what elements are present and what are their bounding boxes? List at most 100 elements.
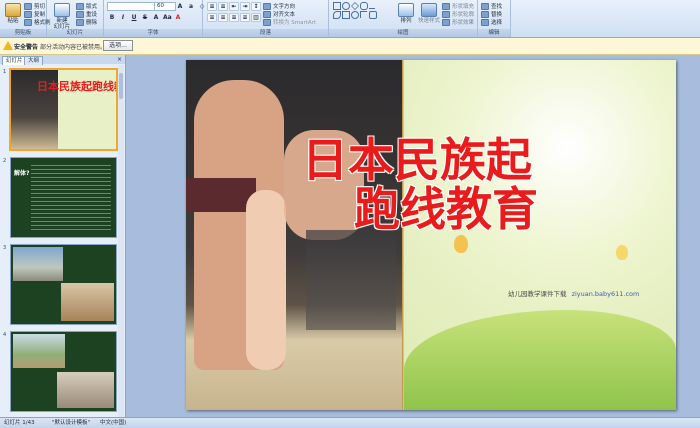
- close-icon[interactable]: ×: [117, 56, 122, 63]
- increase-indent-button[interactable]: ⇥: [240, 2, 250, 11]
- shapes-gallery[interactable]: [333, 2, 391, 26]
- bullets-button[interactable]: ≡: [207, 2, 217, 11]
- font-name-combo[interactable]: [107, 2, 155, 11]
- list-row: ≡ ≡ ⇤ ⇥ ↕: [207, 2, 261, 11]
- char-spacing-button[interactable]: A: [151, 13, 161, 22]
- thumbnail-scrollbar[interactable]: [118, 65, 124, 417]
- copy-button[interactable]: 复制: [24, 11, 45, 18]
- slide-title-line-1: 日本民族起: [302, 133, 532, 187]
- security-warning-message: 部分活动内容已被禁用。: [40, 44, 107, 51]
- audience: [306, 230, 396, 330]
- tab-outline[interactable]: 大纲: [24, 56, 44, 65]
- clipboard-label: 剪贴板: [0, 29, 46, 37]
- editing-label: 编辑: [478, 29, 510, 37]
- status-bar: 幻灯片 1/43 "默认设计模板" 中文(中国): [0, 417, 700, 428]
- thumb-heading: 解体?: [14, 170, 30, 177]
- security-warning-title: 安全警告: [14, 44, 39, 51]
- options-button[interactable]: 选项...: [103, 40, 133, 51]
- paragraph-group: ≡ ≡ ⇤ ⇥ ↕ ≡ ≡ ≡ ≡ ▥ 文字方向 对齐文本 转换为 SmartA…: [203, 0, 329, 37]
- reset-button[interactable]: 重设: [76, 11, 97, 18]
- paste-button[interactable]: 粘贴: [2, 2, 24, 27]
- cut-button[interactable]: 剪切: [24, 3, 45, 10]
- credit-label: 幼儿园教学课件下载: [508, 290, 567, 298]
- font-color-button[interactable]: A: [173, 13, 183, 22]
- change-case-button[interactable]: Aa: [162, 13, 172, 22]
- panel-tabs: 幻灯片 大纲 ×: [0, 55, 125, 65]
- text-direction-icon: [263, 3, 271, 10]
- replace-button[interactable]: 替换: [481, 11, 502, 18]
- font-group: 60 A a ◇ B I U S A Aa A 字体: [104, 0, 204, 37]
- shrink-font-button[interactable]: a: [186, 2, 196, 11]
- align-text-button[interactable]: 对齐文本: [263, 11, 295, 18]
- columns-button[interactable]: ▥: [251, 13, 261, 22]
- select-button[interactable]: 选择: [481, 19, 502, 26]
- oval-shape-icon: [342, 2, 350, 10]
- shape-fill-button[interactable]: 形状填充: [442, 3, 474, 10]
- shape-outline-button[interactable]: 形状轮廓: [442, 11, 474, 18]
- delete-button[interactable]: 删除: [76, 19, 97, 26]
- strikethrough-button[interactable]: S: [140, 13, 150, 22]
- thumb-photo: [57, 372, 114, 408]
- tab-slides[interactable]: 幻灯片: [2, 56, 27, 65]
- thumbnail-number: 1: [3, 69, 7, 75]
- grow-font-button[interactable]: A: [175, 2, 185, 11]
- font-size-combo[interactable]: 60: [154, 2, 176, 11]
- align-right-button[interactable]: ≡: [229, 13, 239, 22]
- pen-icon: [442, 11, 450, 18]
- slide-thumbnail-4[interactable]: [10, 331, 117, 412]
- font-label: 字体: [104, 29, 202, 37]
- slides-label: 幻灯片: [47, 29, 103, 37]
- slide-canvas[interactable]: 日本民族起 跑线教育 幼儿园教学课件下载 ziyuan.baby611.com: [186, 60, 676, 410]
- smartart-icon: [263, 19, 271, 26]
- bold-button[interactable]: B: [107, 13, 117, 22]
- underline-button[interactable]: U: [129, 13, 139, 22]
- smartart-button[interactable]: 转换为 SmartArt: [263, 19, 316, 26]
- credit-text: 幼儿园教学课件下载 ziyuan.baby611.com: [508, 288, 639, 298]
- credit-url[interactable]: ziyuan.baby611.com: [572, 290, 640, 298]
- new-slide-button[interactable]: 新建 幻灯片: [50, 2, 74, 30]
- rounded-rect-shape-icon: [360, 2, 368, 10]
- warning-icon: [3, 41, 13, 50]
- clipboard-group: 粘贴 剪切 复制 格式刷 剪贴板: [0, 0, 51, 37]
- green-hill: [404, 310, 676, 410]
- arrange-button[interactable]: 排列: [395, 2, 417, 27]
- justify-button[interactable]: ≡: [240, 13, 250, 22]
- textbox-shape-icon: [342, 11, 350, 19]
- numbering-button[interactable]: ≡: [218, 2, 228, 11]
- italic-button[interactable]: I: [118, 13, 128, 22]
- circle-shape-icon: [351, 11, 359, 19]
- copy-icon: [24, 11, 32, 18]
- star-shape-icon: [369, 11, 377, 19]
- slide-thumbnail-3[interactable]: [10, 244, 117, 325]
- slide-thumbnail-1[interactable]: 日本民族起跑线教育: [9, 68, 118, 151]
- line-spacing-button[interactable]: ↕: [251, 2, 261, 11]
- child-figure: [246, 190, 286, 370]
- thumb-text-lines: [31, 162, 111, 232]
- text-direction-button[interactable]: 文字方向: [263, 3, 295, 10]
- align-left-button[interactable]: ≡: [207, 13, 217, 22]
- decrease-indent-button[interactable]: ⇤: [229, 2, 239, 11]
- paste-icon: [5, 3, 21, 17]
- curve-shape-icon: [333, 11, 341, 19]
- quick-styles-icon: [421, 3, 437, 17]
- quick-styles-button[interactable]: 快速样式: [417, 2, 441, 27]
- layout-icon: [76, 3, 84, 10]
- align-center-button[interactable]: ≡: [218, 13, 228, 22]
- align-text-icon: [263, 11, 271, 18]
- layout-button[interactable]: 版式: [76, 3, 97, 10]
- thumb-photo: [13, 247, 63, 281]
- security-warning-bar: 安全警告 部分活动内容已被禁用。 选项...: [0, 38, 700, 55]
- brush-icon: [24, 19, 32, 26]
- thumb-photo: [61, 283, 114, 321]
- shape-effects-button[interactable]: 形状效果: [442, 19, 474, 26]
- ribbon: 粘贴 剪切 复制 格式刷 剪贴板 新建 幻灯片 版式 重设 删除 幻灯片 60 …: [0, 0, 700, 38]
- balloon-icon: [454, 235, 468, 253]
- thumbnail-number: 2: [3, 158, 7, 164]
- font-style-row: B I U S A Aa A: [107, 13, 183, 21]
- thumb-photo: [13, 334, 65, 368]
- slide-thumbnail-2[interactable]: 解体?: [10, 157, 117, 238]
- scrollbar-thumb[interactable]: [119, 73, 123, 99]
- thumbnail-number: 4: [3, 332, 7, 338]
- find-button[interactable]: 查找: [481, 3, 502, 10]
- replace-icon: [481, 11, 489, 18]
